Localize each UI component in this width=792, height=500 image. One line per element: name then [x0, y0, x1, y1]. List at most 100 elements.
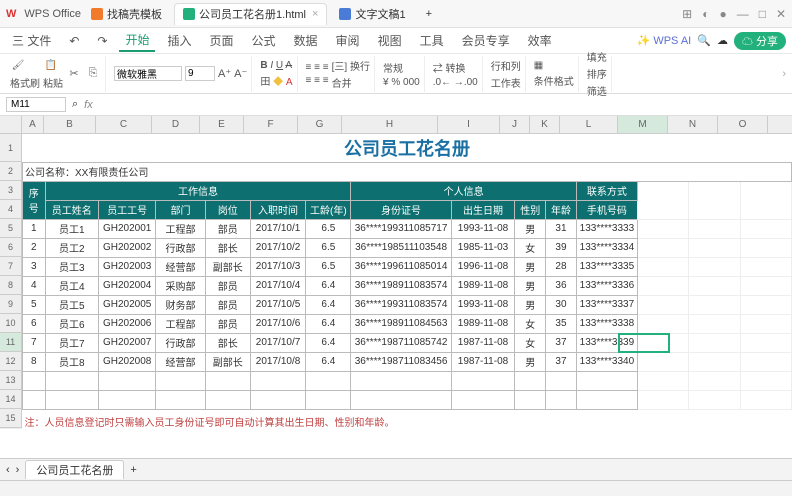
sheet-tab[interactable]: 公司员工花名册 — [25, 460, 124, 479]
cell[interactable]: 员工2 — [45, 238, 98, 257]
cell[interactable]: 女 — [515, 238, 546, 257]
cell[interactable]: 男 — [515, 295, 546, 314]
cell[interactable] — [306, 390, 351, 409]
cell[interactable]: 男 — [515, 276, 546, 295]
cell[interactable] — [250, 390, 305, 409]
cell[interactable]: GH202006 — [98, 314, 155, 333]
close-icon[interactable]: ✕ — [776, 7, 786, 21]
cell[interactable]: 133****3333 — [576, 219, 637, 238]
cell[interactable] — [451, 390, 515, 409]
cell[interactable]: 2017/10/8 — [250, 352, 305, 371]
row-header-2[interactable]: 2 — [0, 162, 22, 181]
cell[interactable]: 副部长 — [205, 257, 250, 276]
cell[interactable] — [546, 390, 577, 409]
row-header-10[interactable]: 10 — [0, 314, 22, 333]
cell[interactable]: 36****198711085742 — [351, 333, 451, 352]
cell[interactable] — [689, 371, 740, 390]
col-header-E[interactable]: E — [200, 116, 244, 133]
cell[interactable]: 31 — [546, 219, 577, 238]
search-icon[interactable]: 🔍 — [697, 34, 711, 47]
cell[interactable] — [98, 371, 155, 390]
menu-start[interactable]: 开始 — [119, 29, 155, 52]
cell[interactable] — [637, 371, 688, 390]
cell[interactable]: 2017/10/7 — [250, 333, 305, 352]
decrease-font-icon[interactable]: A⁻ — [234, 67, 247, 80]
cell[interactable] — [23, 371, 46, 390]
cell[interactable]: GH202004 — [98, 276, 155, 295]
bold-icon[interactable]: B — [260, 60, 267, 71]
font-size[interactable] — [185, 66, 215, 81]
number-format[interactable]: 常规 — [383, 60, 403, 75]
col-header-I[interactable]: I — [438, 116, 500, 133]
file-menu[interactable]: 三 文件 — [6, 30, 57, 51]
row-header-4[interactable]: 4 — [0, 200, 22, 219]
worksheet[interactable]: 工作表 — [491, 75, 521, 90]
row-header-7[interactable]: 7 — [0, 257, 22, 276]
col-header-N[interactable]: N — [668, 116, 718, 133]
cell[interactable]: 6.4 — [306, 352, 351, 371]
cell[interactable]: 男 — [515, 219, 546, 238]
comma-icon[interactable]: 000 — [403, 77, 420, 88]
minimize-icon[interactable]: — — [737, 7, 749, 21]
cell[interactable]: 1987-11-08 — [451, 352, 515, 371]
cell[interactable] — [45, 371, 98, 390]
cell[interactable] — [23, 390, 46, 409]
cell[interactable]: 36****199611085014 — [351, 257, 451, 276]
border-icon[interactable]: 田 — [260, 77, 270, 88]
currency-icon[interactable]: ¥ — [383, 77, 389, 88]
cell[interactable]: 经营部 — [156, 352, 205, 371]
filter-button[interactable]: 筛选 — [587, 83, 607, 98]
font-select[interactable] — [114, 66, 182, 81]
cell[interactable]: 员工4 — [45, 276, 98, 295]
ribbon-expand-icon[interactable]: › — [782, 68, 786, 80]
cell[interactable]: 1993-11-08 — [451, 295, 515, 314]
cell[interactable]: 行政部 — [156, 238, 205, 257]
cell[interactable]: 6 — [23, 314, 46, 333]
cell[interactable] — [351, 371, 451, 390]
cell[interactable]: 133****3338 — [576, 314, 637, 333]
cell[interactable] — [156, 371, 205, 390]
cell[interactable]: 2017/10/3 — [250, 257, 305, 276]
cell[interactable]: 36****198911083574 — [351, 276, 451, 295]
strike-icon[interactable]: A — [285, 60, 292, 71]
cell[interactable]: 员工7 — [45, 333, 98, 352]
cell[interactable]: 2 — [23, 238, 46, 257]
cell[interactable]: GH202008 — [98, 352, 155, 371]
search-mini-icon[interactable]: ⌕ — [72, 98, 78, 111]
maximize-icon[interactable]: □ — [759, 7, 766, 21]
font-color-icon[interactable]: A — [286, 77, 293, 88]
cell[interactable]: 工程部 — [156, 314, 205, 333]
cell[interactable]: 部长 — [205, 238, 250, 257]
formula-bar[interactable] — [99, 97, 786, 112]
cut-icon[interactable]: ✂ — [66, 66, 82, 82]
cell[interactable]: 女 — [515, 314, 546, 333]
cell[interactable]: 6.5 — [306, 257, 351, 276]
cell[interactable]: 部员 — [205, 276, 250, 295]
name-box[interactable] — [6, 97, 66, 112]
cell[interactable] — [740, 371, 791, 390]
cell[interactable]: 员工5 — [45, 295, 98, 314]
cell[interactable]: 6.4 — [306, 295, 351, 314]
col-header-L[interactable]: L — [560, 116, 618, 133]
cell[interactable]: GH202005 — [98, 295, 155, 314]
cell[interactable]: 133****3334 — [576, 238, 637, 257]
row-col[interactable]: 行和列 — [491, 58, 521, 73]
cell[interactable]: 3 — [23, 257, 46, 276]
col-header-B[interactable]: B — [44, 116, 96, 133]
notify-icon[interactable]: ● — [719, 7, 726, 21]
cell[interactable]: 员工3 — [45, 257, 98, 276]
col-header-G[interactable]: G — [298, 116, 342, 133]
col-header-K[interactable]: K — [530, 116, 560, 133]
col-header-F[interactable]: F — [244, 116, 298, 133]
row-header-6[interactable]: 6 — [0, 238, 22, 257]
cell[interactable] — [250, 371, 305, 390]
cell[interactable]: 采购部 — [156, 276, 205, 295]
cell[interactable]: 133****3339 — [576, 333, 637, 352]
cell[interactable]: 36****198511103548 — [351, 238, 451, 257]
row-header-5[interactable]: 5 — [0, 219, 22, 238]
cell[interactable]: 男 — [515, 352, 546, 371]
menu-tools[interactable]: 工具 — [414, 30, 450, 51]
cell[interactable]: 行政部 — [156, 333, 205, 352]
cell[interactable]: 2017/10/1 — [250, 219, 305, 238]
align-mid-icon[interactable]: ≡ — [314, 62, 320, 73]
